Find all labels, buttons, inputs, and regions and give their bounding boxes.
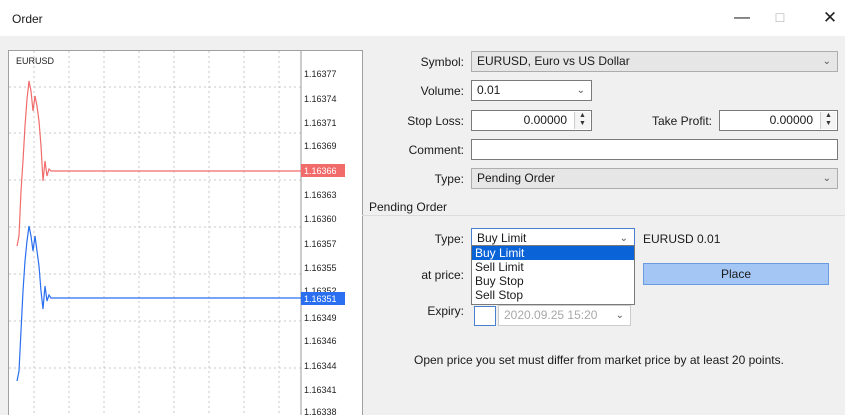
bid-price-label: 1.16366: [304, 166, 337, 176]
take-profit-input[interactable]: 0.00000 ▲ ▼: [719, 110, 838, 131]
tick-label: 1.16360: [304, 214, 337, 224]
tick-label: 1.16369: [304, 141, 337, 151]
comment-input[interactable]: [471, 139, 838, 160]
tick-chart: EURUSD 1.16377 1.16374 1.16371 1.16369 1…: [8, 50, 363, 415]
dropdown-option-sell-limit[interactable]: Sell Limit: [472, 260, 634, 274]
dropdown-option-buy-limit[interactable]: Buy Limit: [472, 246, 634, 260]
order-type-label: Type:: [434, 172, 464, 186]
ask-price-label: 1.16351: [304, 294, 337, 304]
comment-label: Comment:: [408, 143, 464, 157]
take-profit-spinner[interactable]: ▲ ▼: [820, 112, 836, 129]
pending-order-title: Pending Order: [369, 200, 448, 214]
expiry-label: Expiry:: [427, 304, 464, 318]
window-title: Order: [12, 12, 43, 26]
price-ticks: 1.16377 1.16374 1.16371 1.16369 1.16363 …: [304, 69, 337, 415]
pending-type-label: Type:: [434, 232, 464, 246]
chevron-down-icon: ⌄: [576, 85, 585, 96]
chart-symbol-label: EURUSD: [16, 56, 55, 66]
stop-loss-value: 0.00000: [523, 113, 567, 127]
tick-label: 1.16371: [304, 118, 337, 128]
stop-loss-spinner[interactable]: ▲ ▼: [574, 112, 590, 129]
chevron-down-icon: ⌄: [822, 56, 831, 67]
symbol-value: EURUSD, Euro vs US Dollar: [477, 54, 630, 68]
ask-line: [16, 225, 309, 382]
order-type-select[interactable]: Pending Order ⌄: [471, 168, 838, 189]
tick-label: 1.16341: [304, 385, 337, 395]
expiry-checkbox[interactable]: [474, 306, 496, 326]
tick-label: 1.16349: [304, 313, 337, 323]
expiry-datetime[interactable]: 2020.09.25 15:20 ⌄: [498, 305, 631, 326]
tick-label: 1.16374: [304, 94, 337, 104]
chevron-down-icon: ⌄: [822, 173, 831, 184]
title-bar: Order — ☐ ✕: [0, 0, 845, 36]
stop-loss-input[interactable]: 0.00000 ▲ ▼: [471, 110, 592, 131]
tick-label: 1.16355: [304, 263, 337, 273]
expiry-value: 2020.09.25 15:20: [504, 308, 598, 322]
stop-loss-label: Stop Loss:: [407, 114, 464, 128]
order-type-value: Pending Order: [477, 171, 556, 185]
volume-label: Volume:: [420, 84, 464, 98]
tick-chart-svg: EURUSD 1.16377 1.16374 1.16371 1.16369 1…: [9, 51, 345, 415]
tick-label: 1.16344: [304, 361, 337, 371]
pending-type-dropdown: Buy Limit Sell Limit Buy Stop Sell Stop: [471, 245, 635, 305]
chart-grid: [9, 51, 301, 415]
tick-label: 1.16357: [304, 239, 337, 249]
order-summary: EURUSD 0.01: [643, 232, 721, 246]
symbol-select[interactable]: EURUSD, Euro vs US Dollar ⌄: [471, 51, 838, 72]
close-button[interactable]: ✕: [815, 6, 845, 30]
tick-label: 1.16363: [304, 190, 337, 200]
minimize-button[interactable]: —: [727, 6, 757, 30]
tick-label: 1.16338: [304, 407, 337, 415]
price-label: at price:: [421, 268, 464, 282]
chevron-down-icon: ⌄: [615, 310, 624, 321]
place-button[interactable]: Place: [643, 263, 829, 285]
symbol-label: Symbol:: [420, 55, 464, 69]
volume-value: 0.01: [477, 83, 501, 97]
maximize-button[interactable]: ☐: [765, 6, 795, 30]
take-profit-label: Take Profit:: [651, 114, 712, 128]
bid-line: [16, 80, 309, 247]
tick-label: 1.16346: [304, 336, 337, 346]
take-profit-value: 0.00000: [769, 113, 813, 127]
price-distance-note: Open price you set must differ from mark…: [414, 353, 784, 367]
tick-label: 1.16377: [304, 69, 337, 79]
dropdown-option-sell-stop[interactable]: Sell Stop: [472, 288, 634, 302]
dropdown-option-buy-stop[interactable]: Buy Stop: [472, 274, 634, 288]
pending-type-value: Buy Limit: [477, 231, 527, 245]
volume-combo[interactable]: 0.01 ⌄: [471, 80, 592, 101]
